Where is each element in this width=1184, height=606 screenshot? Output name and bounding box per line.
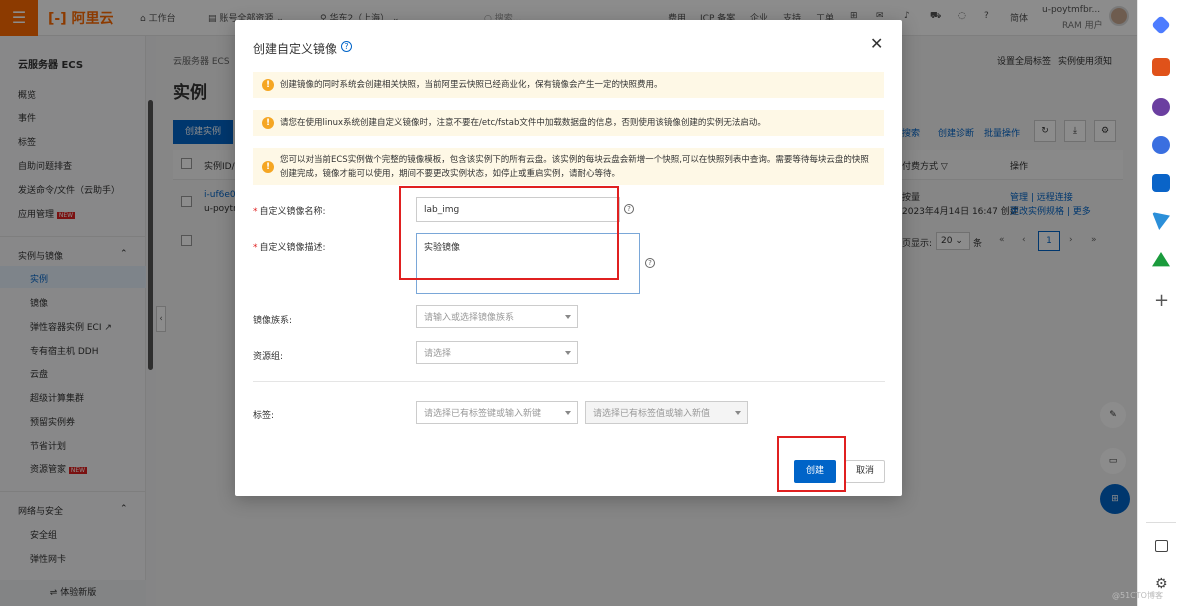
question-icon[interactable]: ? bbox=[645, 258, 655, 268]
help-icon[interactable]: ? bbox=[341, 41, 352, 52]
person-icon[interactable] bbox=[1152, 98, 1170, 116]
image-family-select[interactable]: 请输入或选择镜像族系 bbox=[416, 305, 578, 328]
notice-template: ! 您可以对当前ECS实例做个完整的镜像模板，包含该实例下的所有云盘。该实例的每… bbox=[253, 148, 884, 185]
toolbox-icon[interactable] bbox=[1152, 58, 1170, 76]
tag-icon[interactable] bbox=[1151, 15, 1171, 35]
annotation-box-create bbox=[777, 436, 846, 492]
divider bbox=[1146, 522, 1176, 523]
tree-icon[interactable] bbox=[1152, 252, 1170, 267]
add-icon[interactable]: + bbox=[1154, 290, 1169, 311]
notice-fstab: ! 请您在使用linux系统创建自定义镜像时，注意不要在/etc/fstab文件… bbox=[253, 110, 884, 136]
resource-group-label: 资源组: bbox=[253, 352, 284, 362]
caret-down-icon bbox=[565, 350, 571, 355]
dialog-title: 创建自定义镜像 bbox=[253, 42, 338, 56]
resource-group-select[interactable]: 请选择 bbox=[416, 341, 578, 364]
tag-key-select[interactable]: 请选择已有标签键或输入新键 bbox=[416, 401, 578, 424]
create-image-dialog: 创建自定义镜像 ? ✕ ! 创建镜像的同时系统会创建相关快照，当前阿里云快照已经… bbox=[235, 20, 902, 496]
close-icon[interactable]: ✕ bbox=[870, 34, 883, 53]
annotation-box-fields bbox=[399, 186, 619, 280]
warning-icon: ! bbox=[262, 79, 274, 91]
caret-down-icon bbox=[565, 314, 571, 319]
warning-icon: ! bbox=[262, 160, 274, 173]
image-desc-label: * 自定义镜像描述: bbox=[253, 243, 326, 253]
image-family-label: 镜像族系: bbox=[253, 316, 293, 326]
warning-icon: ! bbox=[262, 117, 274, 129]
tag-value-select[interactable]: 请选择已有标签值或输入新值 bbox=[585, 401, 748, 424]
copilot-icon[interactable] bbox=[1152, 136, 1170, 154]
notice-snapshot: ! 创建镜像的同时系统会创建相关快照，当前阿里云快照已经商业化，保有镜像会产生一… bbox=[253, 72, 884, 98]
cancel-button[interactable]: 取消 bbox=[845, 460, 885, 483]
divider bbox=[253, 381, 885, 382]
question-icon[interactable]: ? bbox=[624, 204, 634, 214]
tags-label: 标签: bbox=[253, 411, 275, 421]
caret-down-icon bbox=[735, 410, 741, 415]
outlook-icon[interactable] bbox=[1152, 174, 1170, 192]
watermark: @51CTO博客 bbox=[1112, 591, 1163, 600]
right-rail: + ⚙ bbox=[1137, 0, 1184, 606]
image-name-label: * 自定义镜像名称: bbox=[253, 207, 326, 217]
send-icon[interactable] bbox=[1152, 212, 1170, 230]
caret-down-icon bbox=[565, 410, 571, 415]
sidebar-toggle-icon[interactable] bbox=[1155, 540, 1168, 552]
